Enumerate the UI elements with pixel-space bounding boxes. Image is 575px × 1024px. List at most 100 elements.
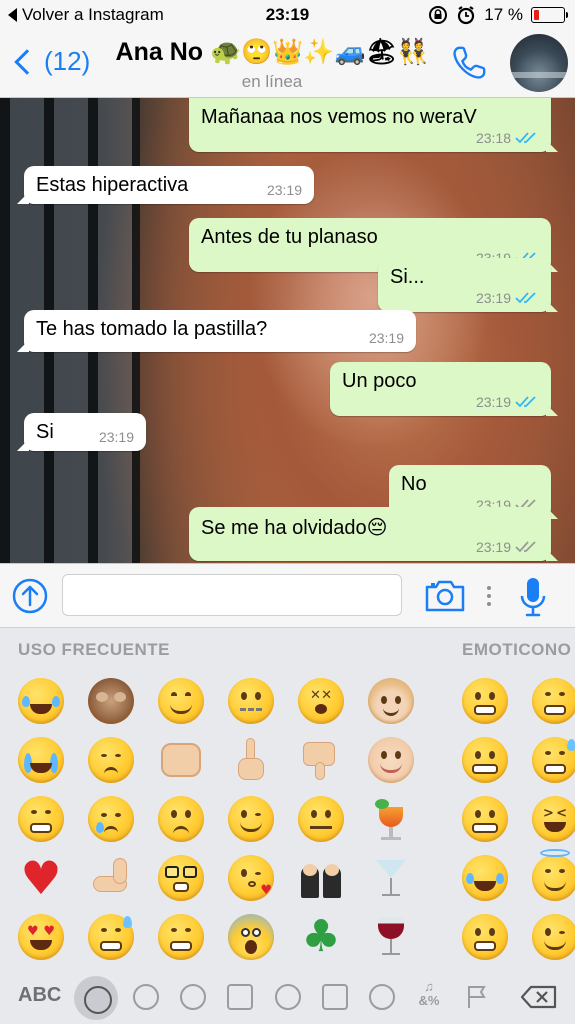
emoji-crying[interactable] [86, 794, 136, 844]
emoji-grinning[interactable] [460, 676, 510, 726]
battery-percent: 17 % [484, 5, 523, 24]
microphone-icon[interactable] [518, 576, 548, 618]
emoji-grin[interactable] [16, 794, 66, 844]
message-bubble[interactable]: Si... 23:19 [378, 258, 558, 312]
message-text: Si [36, 421, 54, 443]
emoji-see-no-evil-monkey[interactable] [86, 676, 136, 726]
emoji-nerd-face[interactable] [156, 853, 206, 903]
emoji-red-heart[interactable]: ♥ [16, 853, 66, 903]
camera-icon[interactable] [424, 578, 466, 614]
emoji-fist[interactable] [156, 735, 206, 785]
emoji-grinning-sweat-2[interactable] [86, 912, 136, 962]
emoji-dizzy-face[interactable]: ✕ ✕ [296, 676, 346, 726]
message-text: Estas hiperactiva [36, 174, 189, 196]
read-ticks-icon [515, 292, 536, 304]
message-time: 23:19 [368, 330, 404, 346]
emoji-flexed-biceps[interactable] [86, 853, 136, 903]
emoji-winking[interactable] [226, 794, 276, 844]
message-time: 23:18 [475, 130, 511, 146]
emoji-grinning-sweat[interactable] [530, 735, 575, 785]
emoji-category-bar: ABC ♫ &% [0, 970, 575, 1024]
emoji-loudly-crying[interactable] [16, 735, 66, 785]
status-bar: Volver a Instagram 23:19 17 % [0, 0, 575, 30]
contact-status: en línea [241, 72, 303, 91]
emoji-keyboard: USO FRECUENTE EMOTICONO ✕ ✕ > < ♥ ♥ ♥ ♥ … [0, 628, 575, 1024]
emoji-smiling-halo[interactable] [530, 849, 575, 903]
message-time: 23:19 [98, 429, 134, 445]
symbols-icon[interactable]: ♫ &% [414, 980, 444, 1012]
message-bubble[interactable]: Estas hiperactiva 23:19 [17, 166, 314, 204]
emoji-cocktail-glass[interactable] [366, 853, 416, 903]
abc-keyboard-button[interactable]: ABC [18, 984, 61, 1007]
emoji-squinting-laugh[interactable]: > < [530, 794, 575, 844]
message-time: 23:19 [475, 290, 511, 306]
backspace-delete-icon[interactable] [520, 985, 558, 1009]
attach-share-icon[interactable] [12, 578, 48, 614]
message-input[interactable] [62, 574, 402, 616]
phone-call-icon[interactable] [450, 44, 488, 82]
emoji-pensive[interactable] [86, 735, 136, 785]
message-text: Si... [390, 266, 425, 288]
more-options-icon[interactable] [486, 584, 492, 608]
emoji-winking-2[interactable] [530, 912, 575, 962]
emoji-zipper-mouth[interactable] [226, 676, 276, 726]
building-icon[interactable] [322, 984, 348, 1010]
read-ticks-icon [515, 396, 536, 408]
message-bubble[interactable]: Te has tomado la pastilla? 23:19 [17, 310, 416, 352]
emoji-tropical-drink[interactable] [366, 794, 416, 844]
chat-header: (12) Ana No 🐢🙄👑✨🚙🏖👯 en línea [0, 30, 575, 98]
emoji-point-up[interactable] [226, 735, 276, 785]
emoji-frowning[interactable] [156, 794, 206, 844]
emoji-screaming-fear[interactable] [226, 912, 276, 962]
unread-count: (12) [44, 46, 91, 76]
read-ticks-icon [515, 132, 536, 144]
emoji-grinning-squint[interactable] [530, 676, 575, 726]
back-button[interactable]: (12) [10, 46, 90, 77]
smiley-icon[interactable] [133, 984, 159, 1010]
symbols-bottom-label: &% [418, 993, 440, 1008]
chevron-left-icon [14, 48, 40, 75]
emoji-baby[interactable] [366, 735, 416, 785]
message-bubble[interactable]: Mañanaa nos vemos no weraV 23:18 [189, 98, 558, 152]
section-emoticons-label: EMOTICONO [462, 640, 572, 659]
emoji-four-leaf-clover[interactable]: ♣ [296, 912, 346, 962]
message-text: Te has tomado la pastilla? [36, 318, 268, 340]
emoji-wine-glass[interactable] [366, 912, 416, 962]
recent-clock-icon[interactable] [74, 976, 118, 1020]
emoji-grimacing[interactable] [460, 735, 510, 785]
emoji-grimacing-2[interactable] [460, 794, 510, 844]
emoji-smiling-face[interactable] [156, 676, 206, 726]
message-bubble[interactable]: Un poco 23:19 [330, 362, 558, 416]
chat-area[interactable]: Mañanaa nos vemos no weraV 23:18 Estas h… [0, 98, 575, 563]
message-input-bar [0, 563, 575, 628]
emoji-grinning-2[interactable] [460, 912, 510, 962]
ball-icon[interactable] [275, 984, 301, 1010]
message-bubble[interactable]: Si 23:19 [17, 413, 146, 451]
contact-avatar[interactable] [510, 34, 568, 92]
emoji-thumbs-down[interactable] [296, 735, 346, 785]
flag-icon[interactable] [466, 984, 488, 1010]
emoji-face-blowing-kiss[interactable]: ♥ [226, 853, 276, 903]
contact-name[interactable]: Ana No 🐢🙄👑✨🚙🏖👯 [102, 38, 442, 67]
message-text: Un poco [342, 370, 417, 392]
delivered-ticks-icon [515, 541, 536, 553]
emoji-bunny-dancers[interactable] [296, 853, 346, 903]
battery-fill [534, 10, 539, 20]
emoji-tears-of-joy[interactable] [16, 676, 66, 726]
rotation-lock-icon [429, 6, 448, 24]
alarm-icon [458, 6, 475, 25]
emoji-heart-eyes[interactable]: ♥ ♥ [16, 912, 66, 962]
message-text: Mañanaa nos vemos no weraV [201, 106, 477, 128]
message-time: 23:19 [266, 182, 302, 198]
battery-icon [531, 7, 568, 23]
bulb-icon[interactable] [369, 984, 395, 1010]
message-bubble[interactable]: Se me ha olvidado😔 23:19 [189, 507, 558, 561]
emoji-tears-of-joy-2[interactable] [460, 853, 510, 903]
animal-icon[interactable] [180, 984, 206, 1010]
emoji-grinning-smiling-eyes[interactable] [156, 912, 206, 962]
emoji-neutral-face[interactable] [296, 794, 346, 844]
food-icon[interactable] [227, 984, 253, 1010]
message-text: Antes de tu planaso [201, 226, 378, 248]
emoji-grid: ✕ ✕ > < ♥ ♥ ♥ ♥ ♣ [0, 670, 575, 970]
emoji-information-desk-person[interactable] [366, 676, 416, 726]
